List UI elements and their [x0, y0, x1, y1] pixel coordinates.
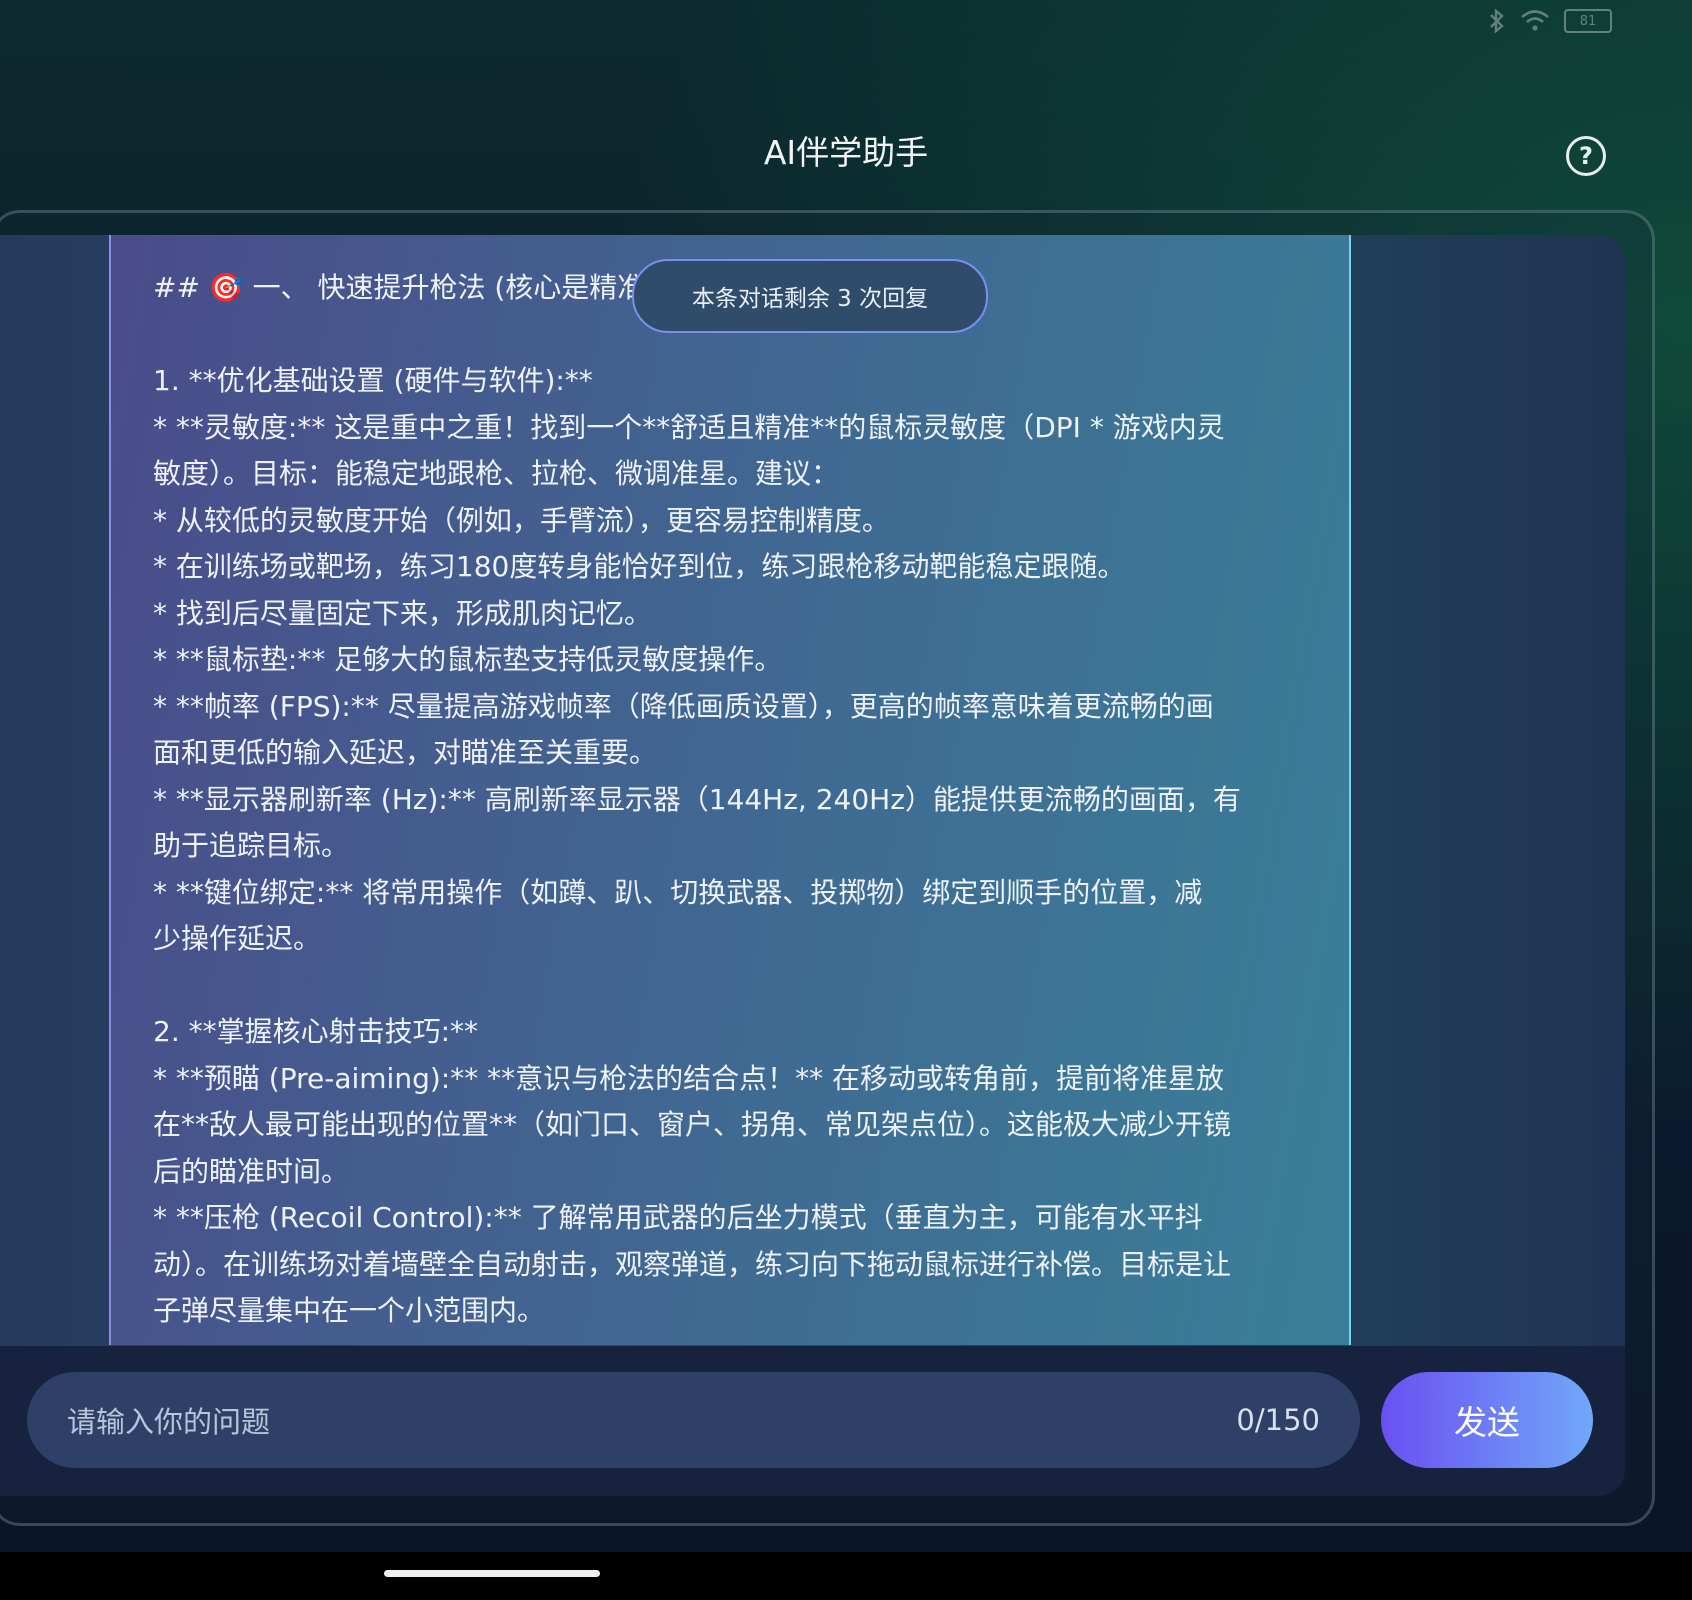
message-line: 面和更低的输入延迟，对瞄准至关重要。 — [153, 736, 658, 769]
system-nav-bar — [0, 1552, 1692, 1600]
question-input[interactable]: 请输入你的问题 0/150 — [27, 1372, 1360, 1468]
input-placeholder: 请输入你的问题 — [67, 1405, 271, 1439]
message-line: 子弹尽量集中在一个小范围内。 — [153, 1294, 546, 1327]
message-line: * **帧率 (FPS):** 尽量提高游戏帧率（降低画质设置），更高的帧率意味… — [153, 689, 1214, 723]
message-line: * **灵敏度:** 这是重中之重！找到一个**舒适且精准**的鼠标灵敏度（DP… — [153, 410, 1225, 444]
help-glyph: ? — [1579, 142, 1593, 170]
message-line: * **压枪 (Recoil Control):** 了解常用武器的后坐力模式（… — [153, 1201, 1203, 1234]
message-line: * 从较低的灵敏度开始（例如，手臂流），更容易控制精度。 — [153, 503, 890, 537]
send-button[interactable]: 发送 — [1381, 1372, 1593, 1468]
assistant-message[interactable]: ## 🎯 一、 快速提升枪法 (核心是精准) 1. **优化基础设置 (硬件与软件… — [109, 235, 1351, 1345]
message-line — [153, 963, 1313, 1010]
status-bar: 81 — [1488, 8, 1612, 34]
message-line: * 找到后尽量固定下来，形成肌肉记忆。 — [153, 596, 652, 630]
help-icon[interactable]: ? — [1566, 136, 1606, 176]
message-line: 动）。在训练场对着墙壁全自动射击，观察弹道，练习向下拖动鼠标进行补偿。目标是让 — [153, 1247, 1232, 1281]
message-line: 2. **掌握核心射击技巧:** — [153, 1015, 479, 1048]
message-line: * **显示器刷新率 (Hz):** 高刷新率显示器（144Hz, 240Hz）… — [153, 782, 1241, 816]
message-line: 敏度）。目标：能稳定地跟枪、拉枪、微调准星。建议： — [153, 457, 840, 490]
message-line: 助于追踪目标。 — [153, 829, 350, 862]
bluetooth-icon — [1490, 8, 1504, 34]
message-line: * **预瞄 (Pre-aiming):** **意识与枪法的结合点！** 在移… — [153, 1061, 1225, 1095]
message-line: 后的瞄准时间。 — [153, 1154, 350, 1188]
message-line: 在**敌人最可能出现的位置**（如门口、窗户、拐角、常见架点位）。这能极大减少开… — [153, 1108, 1232, 1141]
char-counter: 0/150 — [1236, 1403, 1320, 1437]
battery-icon: 81 — [1564, 9, 1612, 33]
message-line: * **鼠标垫:** 足够大的鼠标垫支持低灵敏度操作。 — [153, 643, 783, 676]
home-indicator[interactable] — [384, 1570, 600, 1577]
message-line: 1. **优化基础设置 (硬件与软件):** — [153, 364, 593, 397]
remaining-replies-badge: 本条对话剩余 3 次回复 — [632, 259, 988, 333]
message-text: ## 🎯 一、 快速提升枪法 (核心是精准) 1. **优化基础设置 (硬件与软件… — [153, 265, 1313, 1335]
message-line: * **键位绑定:** 将常用操作（如蹲、趴、切换武器、投掷物）绑定到顺手的位置… — [153, 875, 1203, 909]
battery-level: 81 — [1579, 13, 1597, 29]
message-line: * 在训练场或靶场，练习180度转身能恰好到位，练习跟枪移动靶能稳定跟随。 — [153, 550, 1126, 583]
message-line: 少操作延迟。 — [153, 922, 322, 955]
page-title: AI伴学助手 — [763, 133, 929, 172]
wifi-icon — [1521, 10, 1549, 31]
